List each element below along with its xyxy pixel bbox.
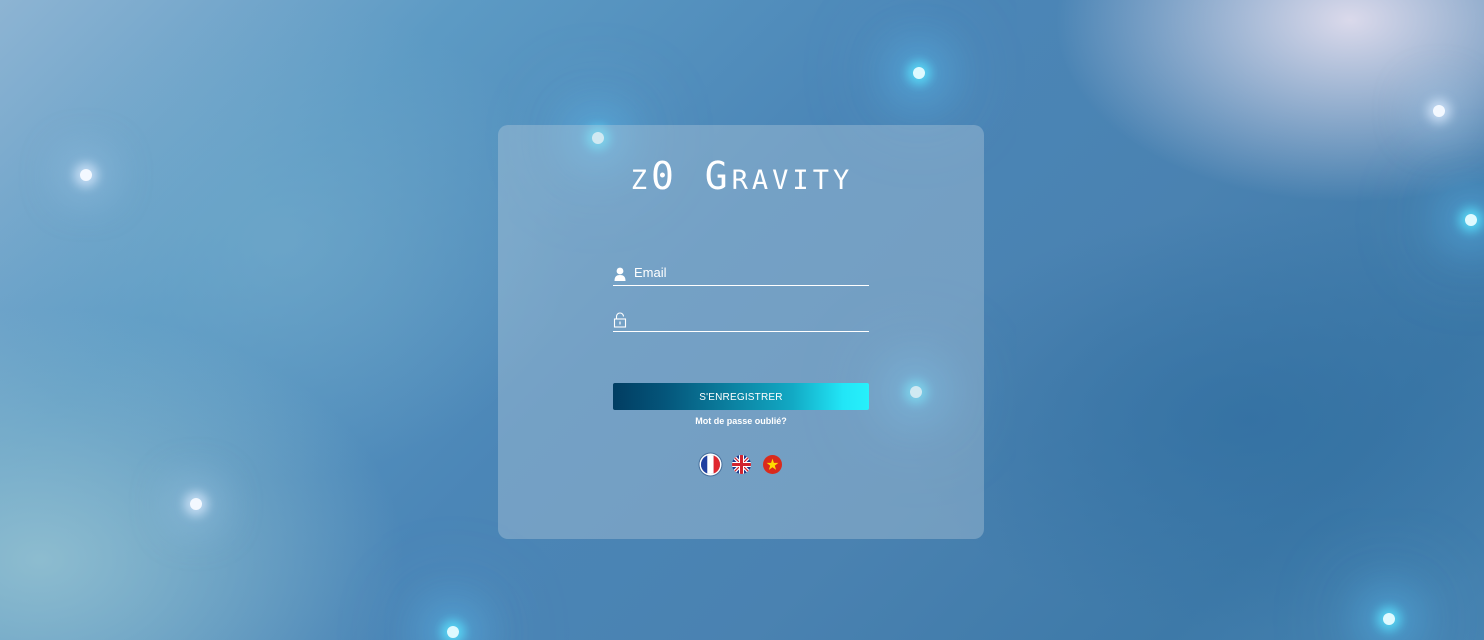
flag-france-icon[interactable] <box>701 455 720 474</box>
email-field <box>613 261 869 286</box>
light-orb <box>1433 105 1445 117</box>
light-orb <box>913 67 925 79</box>
light-orb <box>1383 613 1395 625</box>
light-orb <box>1465 214 1477 226</box>
light-orb <box>190 498 202 510</box>
email-input[interactable] <box>634 261 864 283</box>
password-input[interactable] <box>634 307 864 329</box>
user-icon <box>613 266 627 282</box>
password-field <box>613 307 869 332</box>
app-logo: z0 Gravity <box>630 154 854 198</box>
flag-uk-icon[interactable] <box>732 455 751 474</box>
flag-vietnam-icon[interactable] <box>763 455 782 474</box>
light-orb <box>447 626 459 638</box>
register-button[interactable]: S'ENREGISTRER <box>613 383 869 410</box>
lock-icon <box>613 312 627 328</box>
forgot-password-link[interactable]: Mot de passe oublié? <box>613 416 869 426</box>
